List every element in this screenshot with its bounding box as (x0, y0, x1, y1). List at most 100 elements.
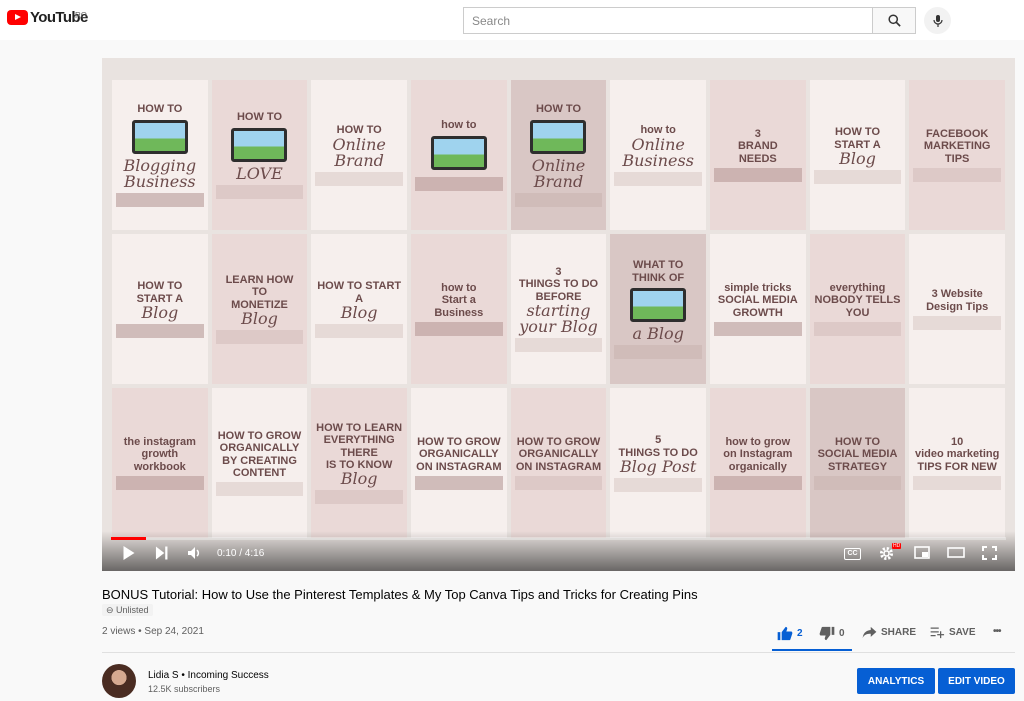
pin-text: HOW TO (834, 436, 880, 449)
captions-button[interactable]: CC (844, 548, 861, 560)
player-controls: 0:10 / 4:16 CC HD (102, 531, 1015, 571)
views-and-date: 2 views • Sep 24, 2021 (102, 626, 204, 637)
pin-script-text: Blogging Business (123, 155, 197, 191)
pin-text: HOW TO LEARN (316, 422, 403, 435)
pin-footer-strip (215, 329, 304, 344)
pin-footer-strip (713, 167, 802, 182)
pin-thumbnail: 3 THINGS TO DO BEFORE starting your Blog (510, 234, 607, 384)
region-code: RO (75, 11, 87, 20)
pin-text: how to (441, 119, 477, 132)
search-input[interactable]: Search (463, 7, 873, 34)
pin-thumbnail: 5 THINGS TO DO Blog Post (610, 388, 706, 538)
pin-footer-strip (713, 475, 802, 490)
search-button[interactable] (872, 7, 916, 34)
pin-thumbnail: how to grow on Instagram organically (709, 388, 806, 538)
next-icon[interactable] (155, 546, 168, 560)
pin-footer-strip (813, 169, 902, 184)
dislike-count: 0 (839, 628, 845, 639)
save-button[interactable]: SAVE (930, 626, 976, 639)
pin-text: GROWTH (732, 306, 783, 319)
pin-script-text: a Blog (632, 323, 684, 343)
pin-footer-strip (116, 323, 204, 338)
pin-thumbnail: HOW TO START A Blog (112, 234, 208, 384)
pin-footer-strip (215, 481, 304, 496)
video-player[interactable]: HOW TO Blogging Business HOW TO LOVE HOW TO O… (102, 58, 1015, 571)
pin-text: simple tricks (724, 282, 792, 295)
pin-thumbnail: how to (410, 80, 507, 230)
pin-footer-strip (315, 489, 403, 504)
pin-text: SOCIAL MEDIA (817, 448, 898, 461)
miniplayer-icon[interactable] (914, 546, 930, 559)
laptop-illustration (231, 127, 288, 162)
pin-text: LEARN HOW (225, 274, 294, 287)
more-actions-button[interactable]: ••• (993, 626, 1001, 637)
pin-text: HOW TO GROW (417, 436, 501, 449)
pin-thumbnail: HOW TO SOCIAL MEDIA STRATEGY (809, 388, 906, 538)
pin-text: video marketing (914, 448, 1000, 461)
pin-script-text: Blog (340, 468, 378, 488)
voice-search-button[interactable] (924, 7, 951, 34)
share-button[interactable]: SHARE (862, 626, 916, 639)
pin-text: 3 (754, 128, 761, 141)
pin-thumbnail: HOW TO START A Blog (809, 80, 906, 230)
pin-text: MARKETING TIPS (923, 140, 991, 165)
youtube-play-icon (7, 10, 28, 25)
pin-footer-strip (913, 167, 1001, 182)
pin-footer-strip (813, 321, 902, 336)
dislike-button[interactable]: 0 (819, 626, 845, 641)
pin-text: HOW TO (834, 126, 880, 139)
like-ratio-bar (772, 649, 852, 651)
channel-avatar[interactable] (102, 664, 136, 698)
pin-thumbnail: 10 video marketing TIPS FOR NEW (909, 388, 1005, 538)
pin-thumbnail: HOW TO Blogging Business (112, 80, 208, 230)
pin-text: WHAT TO (633, 259, 684, 272)
pin-text: ORGANICALLY (219, 442, 300, 455)
thumbs-up-icon (777, 626, 793, 641)
divider (102, 652, 1015, 653)
edit-video-button[interactable]: EDIT VIDEO (938, 668, 1015, 694)
pin-text: 5 (655, 434, 662, 447)
pin-thumbnail: 3 Website Design Tips (909, 234, 1005, 384)
play-icon[interactable] (122, 546, 135, 560)
theater-mode-icon[interactable] (947, 546, 965, 559)
pin-text: Design Tips (926, 300, 989, 313)
pin-text: CONTENT (232, 466, 287, 479)
playlist-add-icon (930, 627, 945, 639)
pin-script-text: Online Brand (531, 155, 586, 191)
pin-text: Business (434, 306, 484, 319)
top-bar: YouTube RO Search (0, 0, 1024, 40)
pin-thumbnail: HOW TO LEARN EVERYTHING THERE IS TO KNOW Bl… (311, 388, 407, 538)
pin-footer-strip (713, 321, 802, 336)
pin-footer-strip (315, 323, 403, 338)
channel-name[interactable]: Lidia S • Incoming Success (148, 670, 269, 681)
pin-script-text: starting your Blog (519, 300, 598, 336)
pin-text: EVERYTHING THERE (323, 434, 395, 459)
visibility-label: Unlisted (116, 605, 149, 615)
search-icon (887, 14, 901, 27)
pin-text: BRAND (737, 140, 778, 153)
progress-bar[interactable] (111, 537, 1006, 540)
volume-icon[interactable] (188, 546, 202, 560)
microphone-icon (932, 14, 943, 27)
pin-script-text: Online Brand (332, 134, 386, 170)
pin-text: HOW TO START A (317, 280, 402, 305)
pin-text: organically (728, 460, 787, 473)
pin-text: HOW TO (137, 103, 183, 116)
pin-text: ORGANICALLY (518, 448, 599, 461)
laptop-illustration (530, 119, 587, 154)
subscriber-count: 12.5K subscribers (148, 684, 221, 694)
pin-text: 3 (555, 266, 562, 279)
pin-text: TO (251, 286, 268, 299)
pin-text: HOW TO GROW (516, 436, 601, 449)
analytics-button[interactable]: ANALYTICS (857, 668, 935, 694)
pin-text: FACEBOOK (925, 128, 989, 141)
pin-text: HOW TO GROW (217, 430, 302, 443)
pin-footer-strip (116, 475, 204, 490)
like-button[interactable]: 2 (777, 626, 803, 641)
fullscreen-icon[interactable] (982, 546, 997, 560)
pin-thumbnail: HOW TO Online Brand (311, 80, 407, 230)
pin-footer-strip (813, 475, 902, 490)
unlisted-badge: ⊖ Unlisted (102, 604, 153, 616)
pin-text: ORGANICALLY (418, 448, 499, 461)
pin-thumbnail: how to Online Business (610, 80, 706, 230)
